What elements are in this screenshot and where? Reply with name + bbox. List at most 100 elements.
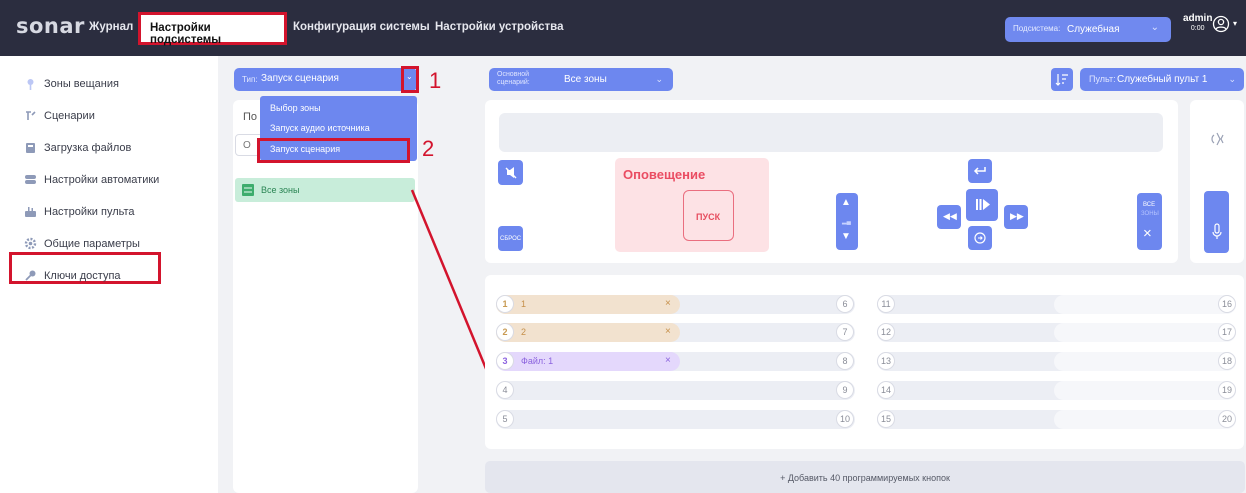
zone-right-fill xyxy=(1054,352,1236,371)
nav-device-settings[interactable]: Настройки устройства xyxy=(435,21,563,33)
nav-system-config[interactable]: Конфигурация системы xyxy=(293,21,430,33)
subsystem-value: Служебная xyxy=(1067,24,1120,35)
sidebar-item-label: Настройки автоматики xyxy=(44,174,160,186)
zone-button-row[interactable] xyxy=(496,381,855,400)
sidebar-item-scenarios[interactable]: Сценарии xyxy=(0,105,218,129)
type-select-label: Тип: xyxy=(242,75,258,84)
zone-number: 2 xyxy=(496,323,514,341)
remote-control-panel xyxy=(485,100,1178,263)
user-info: admin 0:00 xyxy=(1183,14,1212,34)
sidebar-item-file-upload[interactable]: Загрузка файлов xyxy=(0,137,218,161)
chevron-down-icon: ⌄ xyxy=(655,74,663,84)
type-select-value: Запуск сценария xyxy=(261,73,339,84)
top-bar: sonar Журнал Настройки подсистемы Конфиг… xyxy=(0,0,1246,56)
subsystem-label: Подсистема: xyxy=(1013,24,1061,33)
scenario-icon xyxy=(26,111,36,120)
zone-number: 11 xyxy=(877,295,895,313)
zone-label: Файл: 1 xyxy=(521,356,554,366)
sound-wave-icon xyxy=(1211,132,1224,146)
all-zones-item[interactable]: Все зоны xyxy=(235,178,415,202)
reset-button[interactable]: СБРОС xyxy=(498,226,523,251)
arrow-down-icon[interactable]: ▼ xyxy=(841,231,851,242)
sidebar: Зоны вещания Сценарии Загрузка файлов На… xyxy=(0,56,218,493)
all-zones-label: Все зоны xyxy=(261,185,300,195)
sort-button[interactable] xyxy=(1051,68,1073,91)
dropdown-option-audio-source[interactable]: Запуск аудио источника xyxy=(270,123,370,133)
remove-icon[interactable]: × xyxy=(665,355,671,366)
display-screen xyxy=(499,113,1163,152)
fast-forward-button[interactable]: ▶▶ xyxy=(1004,205,1028,229)
remove-icon[interactable]: × xyxy=(665,298,671,309)
sidebar-item-remote-settings[interactable]: Настройки пульта xyxy=(0,201,218,225)
zone-number: 6 xyxy=(836,295,854,313)
add-buttons-button[interactable]: + Добавить 40 программируемых кнопок xyxy=(485,461,1245,493)
play-pause-button[interactable] xyxy=(966,189,998,221)
caret-down-icon[interactable]: ▾ xyxy=(1233,19,1237,28)
zone-number: 5 xyxy=(496,410,514,428)
arrow-up-icon[interactable]: ▲ xyxy=(841,197,851,208)
zone-number: 4 xyxy=(496,381,514,399)
all-zones-toggle[interactable]: ВСЕ ЗОНЫ × xyxy=(1137,193,1162,250)
subsystem-select[interactable]: Подсистема: Служебная ⌄ xyxy=(1005,17,1171,42)
main-scenario-select[interactable]: Основной сценарий: Все зоны ⌄ xyxy=(489,68,673,91)
sidebar-item-label: Зоны вещания xyxy=(44,78,119,90)
sidebar-item-label: Настройки пульта xyxy=(44,206,135,218)
user-time: 0:00 xyxy=(1190,25,1205,32)
dropdown-option-zone-select[interactable]: Выбор зоны xyxy=(270,103,321,113)
zone-number: 13 xyxy=(877,352,895,370)
panel-heading-partial: По xyxy=(243,111,258,123)
microphone-icon xyxy=(1212,223,1222,239)
microphone-button[interactable] xyxy=(1204,191,1229,253)
start-button[interactable]: ПУСК xyxy=(683,190,734,241)
user-name: admin xyxy=(1183,13,1213,24)
mute-button[interactable] xyxy=(498,160,523,185)
dropdown-selection-highlight xyxy=(257,138,410,163)
skip-button[interactable] xyxy=(968,226,992,250)
remote-label: Пульт: xyxy=(1089,74,1116,84)
annotation-2: 2 xyxy=(422,136,435,161)
zones-grid-icon xyxy=(242,184,254,196)
broadcast-icon xyxy=(27,79,34,90)
sidebar-item-automation[interactable]: Настройки автоматики xyxy=(0,169,218,193)
nav-subsystem-settings[interactable]: Настройки подсистемы xyxy=(138,12,287,46)
zone-number: 17 xyxy=(1218,323,1236,341)
type-select[interactable]: Тип: Запуск сценария xyxy=(234,68,417,91)
play-pause-icon xyxy=(976,199,990,210)
remote-select[interactable]: Пульт: Служебный пульт 1 ⌄ xyxy=(1080,68,1244,91)
volume-control[interactable]: ▲ ▂▄ ▼ xyxy=(836,193,858,250)
zone-number: 16 xyxy=(1218,295,1236,313)
zone-right-fill xyxy=(1054,410,1236,429)
zone-number: 1 xyxy=(496,295,514,313)
zone-button-row[interactable] xyxy=(496,410,855,429)
zone-number: 19 xyxy=(1218,381,1236,399)
key-icon xyxy=(25,270,36,281)
remove-icon[interactable]: × xyxy=(665,326,671,337)
user-icon[interactable] xyxy=(1212,15,1230,33)
sidebar-item-keys[interactable]: Ключи доступа xyxy=(0,265,218,289)
sidebar-item-label: Загрузка файлов xyxy=(44,142,132,154)
zone-number: 3 xyxy=(496,352,514,370)
return-icon xyxy=(973,167,986,175)
sidebar-item-zones[interactable]: Зоны вещания xyxy=(0,73,218,97)
chevron-down-icon: ⌄ xyxy=(1150,22,1159,33)
type-select-toggle[interactable]: ⌄ xyxy=(401,66,419,93)
zone-right-fill xyxy=(1054,323,1236,342)
sidebar-item-general[interactable]: Общие параметры xyxy=(0,233,218,257)
gear-icon xyxy=(24,237,37,250)
nav-journal[interactable]: Журнал xyxy=(89,21,133,33)
rewind-button[interactable]: ◀◀ xyxy=(937,205,961,229)
automation-icon xyxy=(25,175,36,184)
annotation-1: 1 xyxy=(429,68,442,93)
fast-forward-icon: ▶▶ xyxy=(1010,211,1024,221)
description-field-partial: О xyxy=(243,140,251,151)
nav-subsystem-settings-label: Настройки подсистемы xyxy=(150,22,222,46)
file-upload-icon xyxy=(26,143,35,153)
zone-label: 1 xyxy=(521,299,527,309)
all-zones-bottom-label: ЗОНЫ xyxy=(1141,211,1159,217)
remote-value: Служебный пульт 1 xyxy=(1117,74,1208,85)
alert-title: Оповещение xyxy=(623,167,706,182)
zone-number: 10 xyxy=(836,410,854,428)
alert-panel: Оповещение ПУСК xyxy=(615,158,769,252)
volume-level-icon: ▂▄ xyxy=(842,219,851,225)
back-button[interactable] xyxy=(968,159,992,183)
